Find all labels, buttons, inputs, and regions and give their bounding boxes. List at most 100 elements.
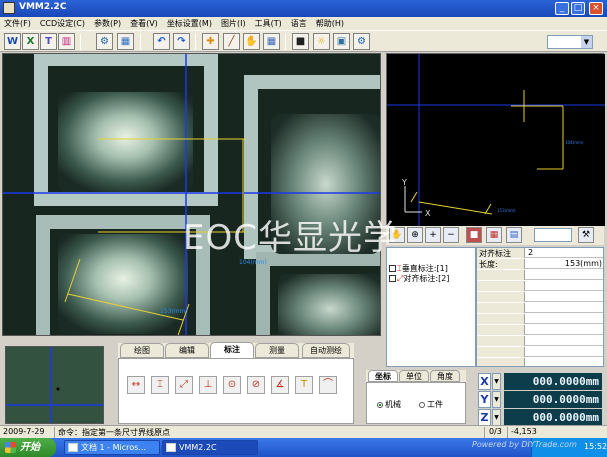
status-bar: 2009-7-29 命令：指定第一条尺寸界线原点 0/3 -4,153 <box>0 425 607 438</box>
start-button[interactable]: 开始 <box>0 438 56 457</box>
table-row <box>477 292 603 302</box>
undo-icon[interactable]: ↶ <box>153 33 170 50</box>
document-icon <box>68 443 78 452</box>
expand-icon[interactable] <box>389 265 396 272</box>
menu-file[interactable]: 文件(F) <box>0 17 36 29</box>
taskbar-item-vmm[interactable]: VMM2.2C <box>162 440 258 455</box>
status-command: 命令：指定第一条尺寸界线原点 <box>58 428 170 437</box>
close-button[interactable]: × <box>589 2 603 15</box>
expand-icon[interactable] <box>389 275 396 282</box>
menu-bar: 文件(F) CCD设定(C) 参数(P) 查看(V) 坐标设置(M) 图片(I) 工具(T)… <box>0 17 607 30</box>
layer-icon[interactable]: ▤ <box>506 227 522 243</box>
menu-coords[interactable]: 坐标设置(M) <box>163 17 217 29</box>
table-row <box>477 281 603 291</box>
maximize-button[interactable]: □ <box>571 2 585 15</box>
chevron-down-icon[interactable]: ▼ <box>492 409 501 426</box>
horizontal-dim-icon[interactable]: ↔ <box>127 376 145 394</box>
wrench-icon[interactable]: ⚒ <box>578 227 594 243</box>
coordinate-panel: 坐标 单位 角度 机械 工件 <box>366 370 466 424</box>
table-row[interactable]: 长度: 153(mm) <box>477 259 603 269</box>
tool-panel: 绘图 编辑 标注 测量 自动测绘 ↔ ⌶ ⤢ ⊥ ⊙ ⊘ ∡ T ⌒ <box>118 342 354 424</box>
overview-drawing[interactable]: Y X 104(mm) 153(mm) <box>386 53 605 226</box>
axis-x-button[interactable]: X <box>478 373 491 390</box>
grid-icon[interactable]: ▦ <box>263 33 280 50</box>
excel-icon[interactable]: X <box>22 33 39 50</box>
camera-view[interactable]: 104(mm) 153(mm) <box>2 53 381 336</box>
text-export-icon[interactable]: T <box>40 33 57 50</box>
wand-icon[interactable]: ╱ <box>223 33 240 50</box>
tab-units[interactable]: 单位 <box>399 370 429 382</box>
chevron-down-icon[interactable]: ▼ <box>492 391 501 408</box>
radius-icon[interactable]: ⊙ <box>223 376 241 394</box>
image-adjust-icon[interactable]: ▣ <box>333 33 350 50</box>
camera-vertical-label: 104(mm) <box>239 259 267 266</box>
chevron-down-icon[interactable]: ▼ <box>492 373 501 390</box>
overview-canvas: Y X 104(mm) 153(mm) <box>387 54 605 226</box>
redo-icon[interactable]: ↷ <box>173 33 190 50</box>
angle-icon[interactable]: ∡ <box>271 376 289 394</box>
table-row <box>477 325 603 335</box>
overview-vertical-label: 104(mm) <box>565 140 584 145</box>
print-preview-icon[interactable]: ▦ <box>117 33 134 50</box>
table-row[interactable]: 对齐标注 2 <box>477 248 603 258</box>
zoom-window-icon[interactable]: ⊕ <box>407 227 423 243</box>
tab-edit[interactable]: 编辑 <box>165 343 209 358</box>
zoom-in-icon[interactable]: + <box>425 227 441 243</box>
axis-z-button[interactable]: Z <box>478 409 491 426</box>
crosshair-icon[interactable]: ✚ <box>202 33 219 50</box>
properties-grid[interactable]: 对齐标注 2 长度: 153(mm) <box>476 247 604 367</box>
menu-language[interactable]: 语言 <box>287 17 312 29</box>
axis-y-button[interactable]: Y <box>478 391 491 408</box>
menu-ccd[interactable]: CCD设定(C) <box>36 17 90 29</box>
overview-axis-x: X <box>425 209 431 218</box>
arc-icon[interactable]: ⌒ <box>319 376 337 394</box>
windows-flag-icon <box>5 442 16 453</box>
tree-item-label: 垂直标注:[1] <box>401 264 448 273</box>
zoom-combo[interactable]: ▼ <box>547 35 593 49</box>
menu-help[interactable]: 帮助(H) <box>312 17 349 29</box>
x-readout: 000.0000mm <box>504 373 602 390</box>
minimize-button[interactable]: _ <box>555 2 569 15</box>
taskbar-item-word[interactable]: 文档 1 - Micros... <box>64 440 160 455</box>
tab-annotate[interactable]: 标注 <box>210 342 254 359</box>
chart-icon[interactable]: ▥ <box>58 33 75 50</box>
hand-icon[interactable]: ✋ <box>243 33 260 50</box>
z-readout: 000.0000mm <box>504 409 602 426</box>
text-icon[interactable]: T <box>295 376 313 394</box>
calibrate-icon[interactable]: ⚙ <box>96 33 113 50</box>
menu-image[interactable]: 图片(I) <box>217 17 251 29</box>
table-row <box>477 347 603 357</box>
tree-item-label: 对齐标注:[2] <box>403 274 450 283</box>
light-icon[interactable]: ☼ <box>313 33 330 50</box>
thumbnail-view[interactable] <box>5 346 104 424</box>
word-icon[interactable]: W <box>4 33 21 50</box>
settings-icon[interactable]: ⚙ <box>353 33 370 50</box>
tab-auto-survey[interactable]: 自动测绘 <box>302 343 350 358</box>
annotation-tree[interactable]: ⌶垂直标注:[1] ⤢对齐标注:[2] <box>386 247 476 367</box>
tab-angle[interactable]: 角度 <box>430 370 460 382</box>
vertical-dim-icon[interactable]: ⌶ <box>151 376 169 394</box>
camera-icon[interactable]: ■ <box>292 33 309 50</box>
status-index: 0/3 <box>489 427 502 436</box>
tab-coordinates[interactable]: 坐标 <box>368 370 398 382</box>
perpendicular-icon[interactable]: ⊥ <box>199 376 217 394</box>
chevron-down-icon[interactable]: ▼ <box>581 36 592 48</box>
radio-machine[interactable]: 机械 <box>377 399 401 410</box>
tree-item[interactable]: ⤢对齐标注:[2] <box>389 273 449 284</box>
y-readout: 000.0000mm <box>504 391 602 408</box>
snap-grid-icon[interactable]: ▦ <box>486 227 502 243</box>
menu-params[interactable]: 参数(P) <box>90 17 126 29</box>
camera-horizontal-label: 153(mm) <box>160 308 188 315</box>
zoom-out-icon[interactable]: − <box>443 227 459 243</box>
aligned-dim-icon[interactable]: ⤢ <box>175 376 193 394</box>
clear-icon[interactable]: ■ <box>466 227 482 243</box>
table-row <box>477 358 603 366</box>
menu-view[interactable]: 查看(V) <box>126 17 163 29</box>
view-scale-combo[interactable] <box>534 228 572 242</box>
tab-draw[interactable]: 绘图 <box>120 343 164 358</box>
diameter-icon[interactable]: ⊘ <box>247 376 265 394</box>
overview-axis-y: Y <box>401 178 407 187</box>
radio-workpiece[interactable]: 工件 <box>419 399 443 410</box>
menu-tools[interactable]: 工具(T) <box>251 17 287 29</box>
tab-measure[interactable]: 测量 <box>255 343 299 358</box>
